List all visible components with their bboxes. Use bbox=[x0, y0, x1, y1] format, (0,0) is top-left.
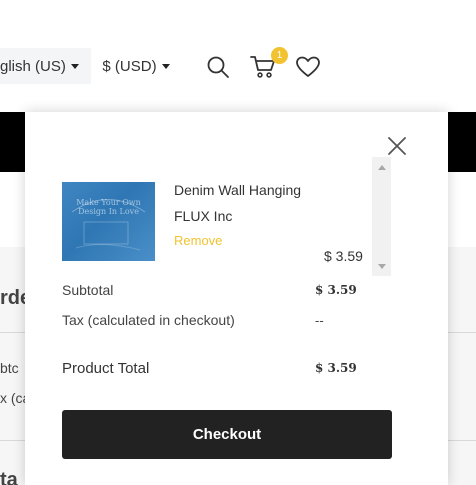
product-price: $ 3.59 bbox=[324, 248, 363, 264]
close-button[interactable] bbox=[385, 134, 409, 158]
subtotal-fragment: btc bbox=[0, 360, 19, 376]
remove-item-link[interactable]: Remove bbox=[174, 233, 222, 248]
cart-count-badge: 1 bbox=[271, 47, 288, 64]
search-icon bbox=[207, 56, 229, 78]
currency-select[interactable]: $ (USD) bbox=[96, 48, 176, 84]
close-icon bbox=[388, 137, 406, 155]
wishlist-button[interactable] bbox=[293, 52, 323, 82]
subtotal-value: $ 3.59 bbox=[315, 283, 357, 297]
language-select[interactable]: glish (US) bbox=[0, 48, 91, 84]
subtotal-label: Subtotal bbox=[62, 282, 114, 298]
product-total-label: Product Total bbox=[62, 360, 150, 377]
product-name[interactable]: Denim Wall Hanging bbox=[174, 180, 301, 200]
heart-icon bbox=[296, 56, 320, 77]
tax-label: Tax (calculated in checkout) bbox=[62, 312, 235, 328]
site-header: glish (US) $ (USD) 1 bbox=[0, 0, 476, 112]
thumbnail-caption: Make Your Own Design In Love bbox=[76, 198, 141, 216]
chevron-down-icon bbox=[70, 64, 79, 69]
product-thumbnail[interactable]: Make Your Own Design In Love bbox=[62, 182, 155, 261]
product-total-value: $ 3.59 bbox=[315, 361, 357, 375]
search-button[interactable] bbox=[203, 52, 233, 82]
total-fragment: ta bbox=[0, 469, 18, 485]
product-vendor: FLUX Inc bbox=[174, 208, 233, 224]
scroll-up-icon[interactable] bbox=[378, 165, 386, 170]
chevron-down-icon bbox=[161, 64, 170, 69]
denim-texture bbox=[71, 199, 146, 251]
language-value: glish (US) bbox=[0, 57, 66, 75]
checkout-button[interactable]: Checkout bbox=[62, 410, 392, 459]
scrollbar[interactable] bbox=[372, 157, 391, 276]
tax-value: -- bbox=[315, 313, 324, 328]
scroll-down-icon[interactable] bbox=[378, 264, 386, 269]
mini-cart-dropdown: Make Your Own Design In Love Denim Wall … bbox=[25, 112, 448, 485]
currency-value: $ (USD) bbox=[102, 57, 157, 75]
